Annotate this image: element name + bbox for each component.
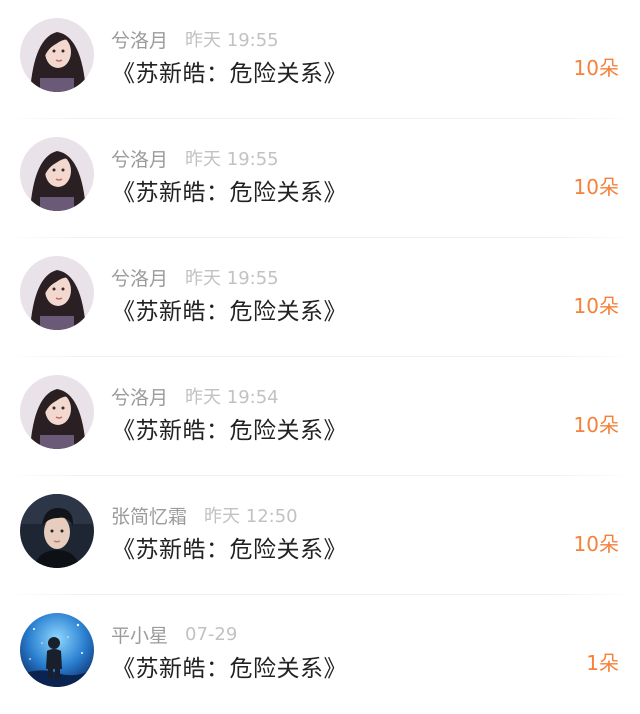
timestamp: 昨天 19:55 — [185, 149, 279, 170]
list-item[interactable]: 平小星 07-29 《苏新皓：危险关系》 1朵 — [0, 595, 640, 714]
item-meta: 兮洛月 昨天 19:55 — [111, 145, 279, 171]
girl-portrait-avatar-icon — [20, 18, 94, 92]
flower-count: 10朵 — [573, 175, 619, 199]
avatar[interactable] — [20, 137, 94, 211]
girl-portrait-avatar-icon — [20, 375, 94, 449]
list-item[interactable]: 兮洛月 昨天 19:55 《苏新皓：危险关系》 10朵 — [0, 119, 640, 238]
timestamp: 昨天 12:50 — [204, 506, 298, 527]
item-meta: 张简忆霜 昨天 12:50 — [111, 502, 298, 528]
timestamp: 昨天 19:55 — [185, 30, 279, 51]
timestamp: 昨天 19:55 — [185, 268, 279, 289]
list-item[interactable]: 兮洛月 昨天 19:55 《苏新皓：危险关系》 10朵 — [0, 238, 640, 357]
avatar[interactable] — [20, 494, 94, 568]
avatar[interactable] — [20, 375, 94, 449]
list-item[interactable]: 张简忆霜 昨天 12:50 《苏新皓：危险关系》 10朵 — [0, 476, 640, 595]
avatar[interactable] — [20, 18, 94, 92]
item-meta: 兮洛月 昨天 19:55 — [111, 26, 279, 52]
item-meta: 平小星 07-29 — [111, 621, 237, 647]
timestamp: 昨天 19:54 — [185, 387, 279, 408]
list-item[interactable]: 兮洛月 昨天 19:55 《苏新皓：危险关系》 10朵 — [0, 0, 640, 119]
username[interactable]: 张简忆霜 — [111, 502, 187, 529]
username[interactable]: 平小星 — [111, 621, 168, 648]
flower-count: 1朵 — [586, 651, 619, 675]
book-title[interactable]: 《苏新皓：危险关系》 — [112, 292, 347, 326]
night-sky-boy-avatar-icon — [20, 613, 94, 687]
flower-count: 10朵 — [573, 532, 619, 556]
avatar[interactable] — [20, 613, 94, 687]
boy-portrait-avatar-icon — [20, 494, 94, 568]
flower-count: 10朵 — [573, 294, 619, 318]
username[interactable]: 兮洛月 — [111, 383, 168, 410]
gift-record-list: 兮洛月 昨天 19:55 《苏新皓：危险关系》 10朵 兮洛月 昨天 19:55… — [0, 0, 640, 700]
username[interactable]: 兮洛月 — [111, 145, 168, 172]
username[interactable]: 兮洛月 — [111, 264, 168, 291]
book-title[interactable]: 《苏新皓：危险关系》 — [112, 649, 347, 683]
timestamp: 07-29 — [185, 623, 238, 645]
avatar[interactable] — [20, 256, 94, 330]
flower-count: 10朵 — [573, 413, 619, 437]
book-title[interactable]: 《苏新皓：危险关系》 — [112, 173, 347, 207]
girl-portrait-avatar-icon — [20, 256, 94, 330]
book-title[interactable]: 《苏新皓：危险关系》 — [112, 411, 347, 445]
username[interactable]: 兮洛月 — [111, 26, 168, 53]
list-item[interactable]: 兮洛月 昨天 19:54 《苏新皓：危险关系》 10朵 — [0, 357, 640, 476]
book-title[interactable]: 《苏新皓：危险关系》 — [112, 54, 347, 88]
item-meta: 兮洛月 昨天 19:55 — [111, 264, 279, 290]
girl-portrait-avatar-icon — [20, 137, 94, 211]
book-title[interactable]: 《苏新皓：危险关系》 — [112, 530, 347, 564]
flower-count: 10朵 — [573, 56, 619, 80]
item-meta: 兮洛月 昨天 19:54 — [111, 383, 279, 409]
